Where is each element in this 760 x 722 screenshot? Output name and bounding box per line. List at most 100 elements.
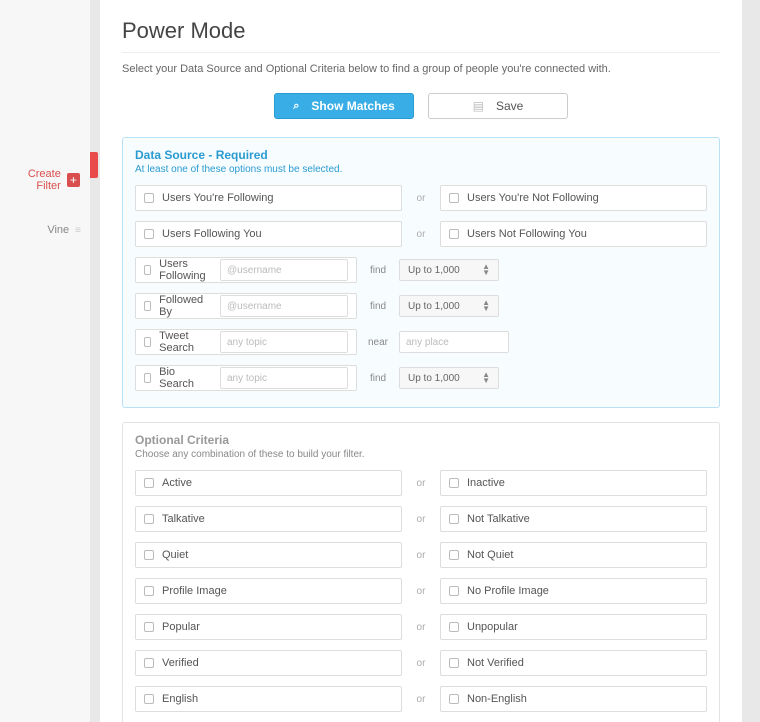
option-popular[interactable]: Popular: [135, 614, 402, 640]
sidebar-item-vine[interactable]: Vine ≡: [0, 216, 90, 244]
option-inactive[interactable]: Inactive: [440, 470, 707, 496]
checkbox[interactable]: [449, 550, 459, 560]
data-source-title: Data Source - Required: [135, 148, 707, 162]
checkbox[interactable]: [144, 550, 154, 560]
option-english[interactable]: English: [135, 686, 402, 712]
option-active[interactable]: Active: [135, 470, 402, 496]
optional-subtitle: Choose any combination of these to build…: [135, 449, 707, 460]
save-button[interactable]: ▤ Save: [428, 93, 568, 119]
or-separator: or: [410, 478, 432, 489]
checkbox[interactable]: [144, 658, 154, 668]
search-icon: ⌕: [293, 100, 299, 113]
option-users-you-re-following[interactable]: Users You're Following: [135, 185, 402, 211]
text-input[interactable]: [220, 367, 348, 389]
page-title: Power Mode: [122, 18, 720, 44]
or-separator: or: [410, 229, 432, 240]
create-filter-link[interactable]: Create Filter +: [0, 160, 90, 200]
limit-select[interactable]: Up to 1,000▲▼: [399, 259, 499, 281]
find-label: find: [365, 301, 391, 312]
option-verified[interactable]: Verified: [135, 650, 402, 676]
option-no-profile-image[interactable]: No Profile Image: [440, 578, 707, 604]
option-row: Active or Inactive: [135, 470, 707, 496]
checkbox[interactable]: [144, 514, 154, 524]
option-label: Users You're Not Following: [467, 192, 599, 204]
option-users-following-you[interactable]: Users Following You: [135, 221, 402, 247]
option-row: Quiet or Not Quiet: [135, 542, 707, 568]
text-input[interactable]: [220, 259, 348, 281]
checkbox[interactable]: [144, 337, 151, 347]
or-separator: or: [410, 514, 432, 525]
or-separator: or: [410, 694, 432, 705]
checkbox[interactable]: [144, 586, 154, 596]
option-tweet-search[interactable]: Tweet Search: [135, 329, 357, 355]
or-separator: or: [410, 586, 432, 597]
checkbox[interactable]: [449, 622, 459, 632]
main-content: Power Mode Select your Data Source and O…: [100, 0, 742, 722]
option-label: Unpopular: [467, 621, 518, 633]
option-label: Users Following You: [162, 228, 262, 240]
checkbox[interactable]: [144, 373, 151, 383]
input-row: Followed By find Up to 1,000▲▼: [135, 293, 707, 319]
option-label: Users You're Following: [162, 192, 274, 204]
option-row: Popular or Unpopular: [135, 614, 707, 640]
option-label: Bio Search: [159, 366, 212, 390]
checkbox[interactable]: [144, 193, 154, 203]
option-label: Tweet Search: [159, 330, 212, 354]
option-unpopular[interactable]: Unpopular: [440, 614, 707, 640]
or-separator: or: [410, 622, 432, 633]
option-non-english[interactable]: Non-English: [440, 686, 707, 712]
option-quiet[interactable]: Quiet: [135, 542, 402, 568]
near-label: near: [365, 337, 391, 348]
option-row: Profile Image or No Profile Image: [135, 578, 707, 604]
text-input[interactable]: [220, 295, 348, 317]
select-arrows-icon: ▲▼: [482, 264, 490, 275]
checkbox[interactable]: [449, 658, 459, 668]
or-separator: or: [410, 658, 432, 669]
option-label: Quiet: [162, 549, 188, 561]
option-talkative[interactable]: Talkative: [135, 506, 402, 532]
find-label: find: [365, 265, 391, 276]
near-input[interactable]: [399, 331, 509, 353]
select-arrows-icon: ▲▼: [482, 300, 490, 311]
option-profile-image[interactable]: Profile Image: [135, 578, 402, 604]
option-users-you-re-not-following[interactable]: Users You're Not Following: [440, 185, 707, 211]
checkbox[interactable]: [449, 514, 459, 524]
limit-select[interactable]: Up to 1,000▲▼: [399, 367, 499, 389]
checkbox[interactable]: [144, 622, 154, 632]
active-indicator: [90, 152, 98, 178]
checkbox[interactable]: [144, 478, 154, 488]
option-label: No Profile Image: [467, 585, 549, 597]
checkbox[interactable]: [449, 229, 459, 239]
or-separator: or: [410, 550, 432, 561]
checkbox[interactable]: [144, 301, 151, 311]
option-label: Users Following: [159, 258, 212, 282]
text-input[interactable]: [220, 331, 348, 353]
checkbox[interactable]: [449, 478, 459, 488]
option-users-not-following-you[interactable]: Users Not Following You: [440, 221, 707, 247]
option-row: Verified or Not Verified: [135, 650, 707, 676]
action-row: ⌕ Show Matches ▤ Save: [122, 93, 720, 119]
checkbox[interactable]: [144, 265, 151, 275]
option-label: Profile Image: [162, 585, 227, 597]
data-source-subtitle: At least one of these options must be se…: [135, 164, 707, 175]
optional-title: Optional Criteria: [135, 433, 707, 447]
option-not-talkative[interactable]: Not Talkative: [440, 506, 707, 532]
input-row: Tweet Search near: [135, 329, 707, 355]
option-label: English: [162, 693, 198, 705]
checkbox[interactable]: [449, 586, 459, 596]
option-followed-by[interactable]: Followed By: [135, 293, 357, 319]
checkbox[interactable]: [144, 229, 154, 239]
option-not-quiet[interactable]: Not Quiet: [440, 542, 707, 568]
show-matches-button[interactable]: ⌕ Show Matches: [274, 93, 414, 119]
option-row: Users Following You or Users Not Following…: [135, 221, 707, 247]
checkbox[interactable]: [449, 694, 459, 704]
option-label: Users Not Following You: [467, 228, 587, 240]
checkbox[interactable]: [144, 694, 154, 704]
checkbox[interactable]: [449, 193, 459, 203]
option-users-following[interactable]: Users Following: [135, 257, 357, 283]
select-value: Up to 1,000: [408, 373, 460, 384]
option-not-verified[interactable]: Not Verified: [440, 650, 707, 676]
page-subtitle: Select your Data Source and Optional Cri…: [122, 52, 720, 89]
limit-select[interactable]: Up to 1,000▲▼: [399, 295, 499, 317]
option-bio-search[interactable]: Bio Search: [135, 365, 357, 391]
